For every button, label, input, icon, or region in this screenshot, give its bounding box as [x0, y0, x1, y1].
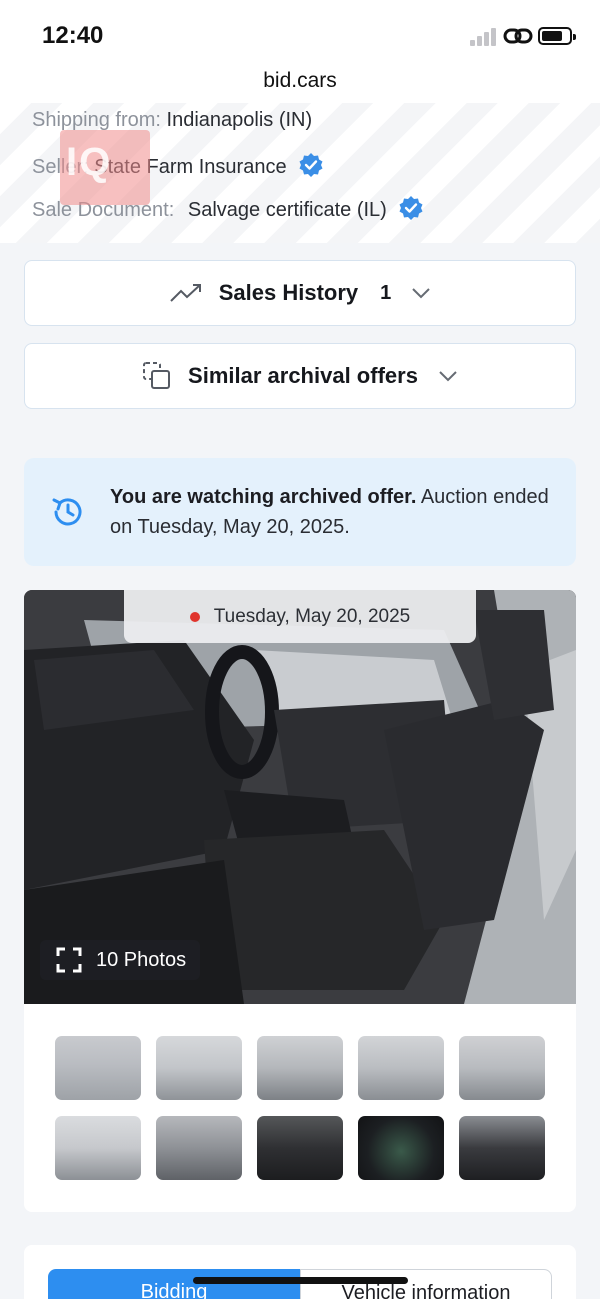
- thumbnail[interactable]: [358, 1036, 444, 1100]
- thumbnail[interactable]: [55, 1036, 141, 1100]
- thumbnail[interactable]: [358, 1116, 444, 1180]
- thumbnail[interactable]: [459, 1036, 545, 1100]
- url-text: bid.cars: [263, 69, 337, 92]
- photos-button[interactable]: 10 Photos: [40, 940, 200, 980]
- battery-icon: [538, 27, 576, 45]
- tab-vehicle-information[interactable]: Vehicle information: [300, 1269, 552, 1299]
- photos-label: 10 Photos: [96, 948, 187, 971]
- fullscreen-icon: [56, 947, 82, 973]
- sales-history-label: Sales History: [218, 280, 359, 305]
- thumbnail[interactable]: [156, 1116, 242, 1180]
- sales-history-button[interactable]: Sales History 1: [24, 260, 576, 326]
- link-icon: [503, 28, 533, 44]
- shipping-row: Shipping from: Indianapolis (IN): [32, 109, 312, 132]
- notice-bold: You are watching archived offer.: [110, 486, 417, 508]
- watermark-logo: IQ: [60, 130, 150, 205]
- chevron-down-icon: [439, 371, 457, 382]
- shipping-value: Indianapolis (IN): [166, 109, 313, 131]
- signal-icon: [470, 28, 498, 46]
- sale-document-value: Salvage certificate (IL): [187, 199, 387, 221]
- shipping-label: Shipping from:: [32, 109, 161, 131]
- thumbnail[interactable]: [257, 1036, 343, 1100]
- status-dot: [189, 611, 200, 622]
- similar-offers-button[interactable]: Similar archival offers: [24, 343, 576, 409]
- address-bar[interactable]: bid.cars: [0, 62, 600, 104]
- gallery-card: Tuesday, May 20, 2025 10 Photos: [24, 590, 576, 1212]
- home-indicator[interactable]: [193, 1277, 408, 1284]
- chevron-down-icon: [412, 288, 430, 299]
- thumbnail[interactable]: [257, 1116, 343, 1180]
- trend-up-icon: [170, 284, 201, 302]
- history-icon: [52, 498, 82, 526]
- details-tabs-card: Bidding Vehicle information: [24, 1245, 576, 1299]
- notice-text: You are watching archived offer. Auction…: [110, 482, 550, 542]
- status-time: 12:40: [42, 22, 104, 49]
- sales-history-count: 1: [380, 281, 392, 304]
- auction-date: Tuesday, May 20, 2025: [213, 605, 411, 627]
- thumbnail[interactable]: [459, 1116, 545, 1180]
- status-bar: 12:40: [0, 0, 600, 62]
- copy-icon: [143, 362, 171, 389]
- main-photo[interactable]: Tuesday, May 20, 2025 10 Photos: [24, 590, 576, 1004]
- tab-bidding[interactable]: Bidding: [48, 1269, 300, 1299]
- verified-badge-icon: [399, 196, 423, 220]
- auction-date-pill: Tuesday, May 20, 2025: [124, 590, 476, 643]
- archived-notice: You are watching archived offer. Auction…: [24, 458, 576, 566]
- verified-badge-icon: [299, 153, 323, 177]
- watermark-text: IQ: [66, 140, 113, 184]
- similar-offers-label: Similar archival offers: [188, 363, 418, 388]
- thumbnail[interactable]: [156, 1036, 242, 1100]
- thumbnail[interactable]: [55, 1116, 141, 1180]
